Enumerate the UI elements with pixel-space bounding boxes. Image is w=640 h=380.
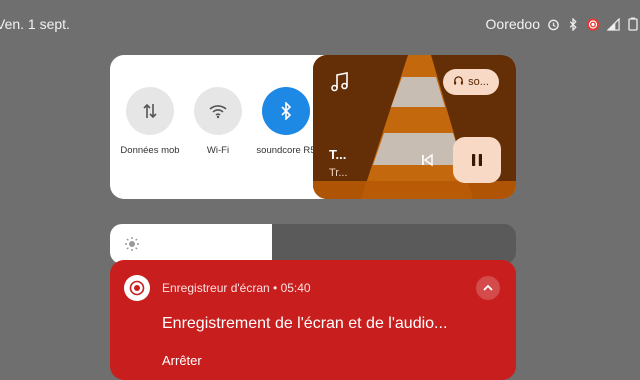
bluetooth-icon[interactable]: [262, 87, 310, 135]
media-player[interactable]: so... T... Tr...: [313, 55, 516, 199]
previous-track-button[interactable]: [417, 150, 437, 170]
screen-recorder-notification[interactable]: Enregistreur d'écran • 05:40 Enregistrem…: [110, 260, 516, 380]
notification-header: Enregistreur d'écran • 05:40: [162, 281, 311, 295]
output-device-chip[interactable]: so...: [443, 69, 499, 95]
tile-label: soundcore R5: [256, 145, 316, 156]
tile-label: Données mob: [120, 145, 180, 156]
screen-record-icon: [124, 275, 150, 301]
tile-bluetooth[interactable]: soundcore R5: [254, 87, 318, 156]
quick-settings-panel: Données mob Wi-Fi soundcore R5 so... T..…: [110, 55, 516, 199]
pause-button[interactable]: [453, 137, 501, 183]
bluetooth-icon: [566, 17, 580, 31]
wifi-icon[interactable]: [194, 87, 242, 135]
headphones-icon: [453, 75, 464, 89]
chevron-up-icon: [483, 284, 493, 291]
battery-icon: [626, 17, 640, 31]
pause-icon: [472, 154, 482, 166]
skip-previous-icon: [422, 153, 433, 167]
tile-label: Wi-Fi: [206, 145, 230, 156]
tile-mobile-data[interactable]: Données mob: [118, 87, 182, 156]
output-device-label: so...: [468, 76, 489, 88]
notification-title: Enregistrement de l'écran et de l'audio.…: [162, 315, 448, 332]
stop-recording-button[interactable]: Arrêter: [162, 353, 202, 368]
notification-time: 05:40: [280, 281, 311, 295]
media-title: T...: [329, 147, 347, 162]
status-bar-right: Ooredoo: [486, 14, 640, 34]
signal-icon: [606, 17, 620, 31]
music-note-icon: [329, 71, 351, 98]
separator-dot: •: [273, 281, 281, 295]
notification-app-name: Enregistreur d'écran: [162, 281, 270, 295]
carrier-name: Ooredoo: [485, 16, 540, 32]
screen-record-icon: [586, 17, 600, 31]
status-date: Ven. 1 sept.: [0, 16, 70, 32]
brightness-slider[interactable]: [110, 224, 516, 264]
mobile-data-icon[interactable]: [126, 87, 174, 135]
expand-notification-button[interactable]: [476, 276, 500, 300]
media-artist: Tr...: [329, 167, 348, 179]
sun-icon: [124, 236, 140, 257]
tile-wifi[interactable]: Wi-Fi: [186, 87, 250, 156]
alarm-icon: [546, 17, 560, 31]
